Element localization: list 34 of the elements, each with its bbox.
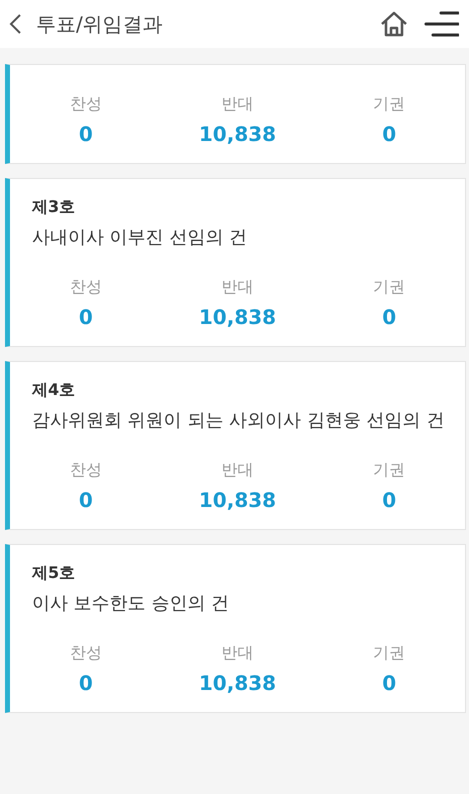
agenda-subject: 사내이사 이부진 선임의 건 bbox=[32, 227, 248, 248]
vote-count: 0 bbox=[78, 121, 93, 148]
vote-label: 기권 bbox=[373, 642, 406, 664]
agenda-number: 제3호 bbox=[32, 196, 76, 218]
agenda-subject: 이사 보수한도 승인의 건 bbox=[32, 593, 230, 614]
menu-icon[interactable] bbox=[423, 10, 459, 38]
vote-label: 반대 bbox=[221, 459, 254, 481]
page-title: 투표/위임결과 bbox=[36, 10, 164, 38]
vote-count: 0 bbox=[78, 304, 93, 331]
vote-label: 반대 bbox=[221, 642, 254, 664]
vote-label: 반대 bbox=[221, 276, 254, 298]
vote-count: 0 bbox=[382, 121, 396, 148]
vote-count: 0 bbox=[78, 487, 93, 514]
vote-label: 찬성 bbox=[70, 93, 102, 115]
vote-label: 찬성 bbox=[70, 459, 102, 481]
vote-label: 찬성 bbox=[70, 276, 102, 298]
vote-label: 반대 bbox=[221, 93, 254, 115]
vote-count: 0 bbox=[78, 670, 93, 697]
vote-count: 0 bbox=[382, 670, 396, 697]
vote-count: 0 bbox=[382, 304, 396, 331]
vote-count: 10,838 bbox=[198, 670, 276, 697]
home-icon[interactable] bbox=[379, 10, 409, 38]
vote-label: 기권 bbox=[373, 459, 406, 481]
agenda-subject: 감사위원회 위원이 되는 사외이사 김현웅 선임의 건 bbox=[32, 410, 445, 431]
agenda-number: 제4호 bbox=[32, 379, 76, 401]
vote-label: 기권 bbox=[373, 276, 406, 298]
vote-count: 10,838 bbox=[198, 121, 276, 148]
vote-label: 기권 bbox=[373, 93, 406, 115]
vote-count: 0 bbox=[382, 487, 396, 514]
vote-count: 10,838 bbox=[198, 487, 276, 514]
vote-count: 10,838 bbox=[198, 304, 276, 331]
back-icon[interactable] bbox=[8, 13, 22, 35]
vote-label: 찬성 bbox=[70, 642, 102, 664]
agenda-number: 제5호 bbox=[32, 562, 76, 584]
